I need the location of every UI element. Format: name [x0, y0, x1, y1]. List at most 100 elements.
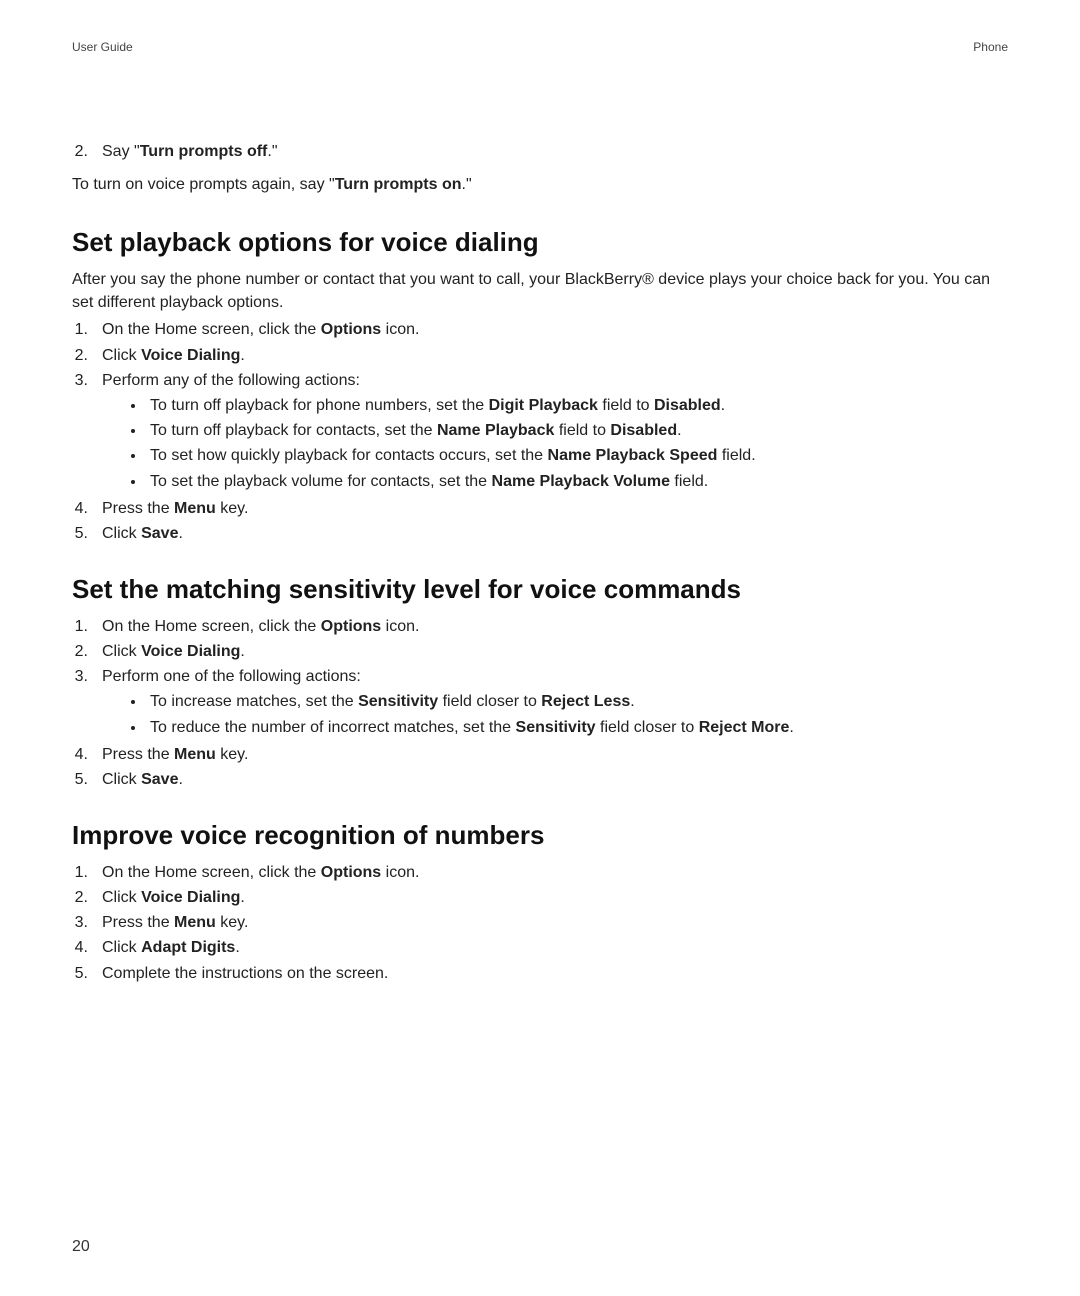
- running-header: User Guide Phone: [72, 40, 1008, 54]
- step-marker: 2.: [72, 140, 102, 163]
- bold-text: Disabled: [654, 397, 721, 414]
- bullet-item: To turn off playback for contacts, set t…: [146, 419, 1008, 442]
- bold-text: Name Playback Speed: [548, 447, 718, 464]
- step-item: 5. Complete the instructions on the scre…: [72, 962, 1008, 985]
- text: .: [789, 719, 793, 736]
- text: icon.: [381, 618, 419, 635]
- text: key.: [216, 914, 249, 931]
- text: Click: [102, 643, 141, 660]
- bold-text: Voice Dialing: [141, 347, 240, 364]
- text: On the Home screen, click the: [102, 864, 321, 881]
- bold-text: Reject More: [699, 719, 790, 736]
- text: To turn off playback for phone numbers, …: [150, 397, 489, 414]
- text: field closer to: [596, 719, 699, 736]
- bullet-item: To set the playback volume for contacts,…: [146, 470, 1008, 493]
- text: To turn on voice prompts again, say ": [72, 176, 335, 193]
- step-item: 5. Click Save.: [72, 522, 1008, 545]
- step-marker: 4.: [72, 936, 102, 959]
- text: field.: [670, 473, 708, 490]
- text: field closer to: [438, 693, 541, 710]
- bold-text: Turn prompts on: [335, 176, 462, 193]
- text: Click: [102, 525, 141, 542]
- text: .: [178, 525, 182, 542]
- text: Perform one of the following actions:: [102, 668, 361, 685]
- step-body: Perform any of the following actions: To…: [102, 369, 1008, 495]
- text: .: [240, 889, 244, 906]
- sub-bullet-list: To turn off playback for phone numbers, …: [146, 394, 1008, 493]
- step-body: Perform one of the following actions: To…: [102, 665, 1008, 741]
- step-marker: 3.: [72, 665, 102, 741]
- text: Click: [102, 771, 141, 788]
- bold-text: Adapt Digits: [141, 939, 235, 956]
- text: .: [721, 397, 725, 414]
- step-item: 3. Perform one of the following actions:…: [72, 665, 1008, 741]
- step-body: On the Home screen, click the Options ic…: [102, 318, 1008, 341]
- text: To turn off playback for contacts, set t…: [150, 422, 437, 439]
- text: On the Home screen, click the: [102, 321, 321, 338]
- text: Click: [102, 347, 141, 364]
- bold-text: Name Playback: [437, 422, 554, 439]
- step-body: Press the Menu key.: [102, 497, 1008, 520]
- step-marker: 4.: [72, 743, 102, 766]
- bold-text: Turn prompts off: [140, 143, 268, 160]
- step-marker: 2.: [72, 640, 102, 663]
- header-right: Phone: [973, 40, 1008, 54]
- step-marker: 2.: [72, 344, 102, 367]
- step-item: 3. Perform any of the following actions:…: [72, 369, 1008, 495]
- step-body: On the Home screen, click the Options ic…: [102, 861, 1008, 884]
- step-body: Click Save.: [102, 522, 1008, 545]
- text: Click: [102, 939, 141, 956]
- bold-text: Voice Dialing: [141, 889, 240, 906]
- bullet-item: To set how quickly playback for contacts…: [146, 444, 1008, 467]
- bullet-item: To increase matches, set the Sensitivity…: [146, 690, 1008, 713]
- bold-text: Menu: [174, 500, 216, 517]
- section-heading-improve-voice-recognition: Improve voice recognition of numbers: [72, 817, 1008, 855]
- step-list: 1. On the Home screen, click the Options…: [72, 318, 1008, 545]
- step-marker: 3.: [72, 911, 102, 934]
- bold-text: Sensitivity: [516, 719, 596, 736]
- step-item: 2. Say "Turn prompts off.": [72, 140, 1008, 163]
- text: On the Home screen, click the: [102, 618, 321, 635]
- text: icon.: [381, 321, 419, 338]
- step-list: 1. On the Home screen, click the Options…: [72, 861, 1008, 985]
- paragraph: After you say the phone number or contac…: [72, 268, 1008, 314]
- paragraph: To turn on voice prompts again, say "Tur…: [72, 173, 1008, 196]
- bold-text: Disabled: [610, 422, 677, 439]
- section-heading-matching-sensitivity: Set the matching sensitivity level for v…: [72, 571, 1008, 609]
- step-marker: 1.: [72, 318, 102, 341]
- text: .: [677, 422, 681, 439]
- page-content: 2. Say "Turn prompts off." To turn on vo…: [72, 140, 1008, 985]
- step-marker: 4.: [72, 497, 102, 520]
- step-body: Press the Menu key.: [102, 743, 1008, 766]
- text: To set the playback volume for contacts,…: [150, 473, 492, 490]
- step-item: 1. On the Home screen, click the Options…: [72, 615, 1008, 638]
- bullet-item: To turn off playback for phone numbers, …: [146, 394, 1008, 417]
- step-body: Click Voice Dialing.: [102, 344, 1008, 367]
- text: key.: [216, 746, 249, 763]
- step-body: Say "Turn prompts off.": [102, 140, 1008, 163]
- step-item: 1. On the Home screen, click the Options…: [72, 861, 1008, 884]
- step-marker: 5.: [72, 522, 102, 545]
- step-body: Click Voice Dialing.: [102, 886, 1008, 909]
- step-body: Click Adapt Digits.: [102, 936, 1008, 959]
- text: field to: [554, 422, 610, 439]
- text: field.: [717, 447, 755, 464]
- step-body: On the Home screen, click the Options ic…: [102, 615, 1008, 638]
- text: Perform any of the following actions:: [102, 372, 360, 389]
- text: .: [235, 939, 239, 956]
- step-list: 1. On the Home screen, click the Options…: [72, 615, 1008, 791]
- step-item: 4. Click Adapt Digits.: [72, 936, 1008, 959]
- bullet-item: To reduce the number of incorrect matche…: [146, 716, 1008, 739]
- bold-text: Name Playback Volume: [492, 473, 670, 490]
- step-marker: 1.: [72, 615, 102, 638]
- bold-text: Options: [321, 864, 381, 881]
- step-item: 5. Click Save.: [72, 768, 1008, 791]
- text: Say ": [102, 143, 140, 160]
- step-body: Complete the instructions on the screen.: [102, 962, 1008, 985]
- bold-text: Save: [141, 525, 178, 542]
- text: .: [178, 771, 182, 788]
- step-marker: 5.: [72, 768, 102, 791]
- bold-text: Voice Dialing: [141, 643, 240, 660]
- step-item: 4. Press the Menu key.: [72, 497, 1008, 520]
- step-marker: 2.: [72, 886, 102, 909]
